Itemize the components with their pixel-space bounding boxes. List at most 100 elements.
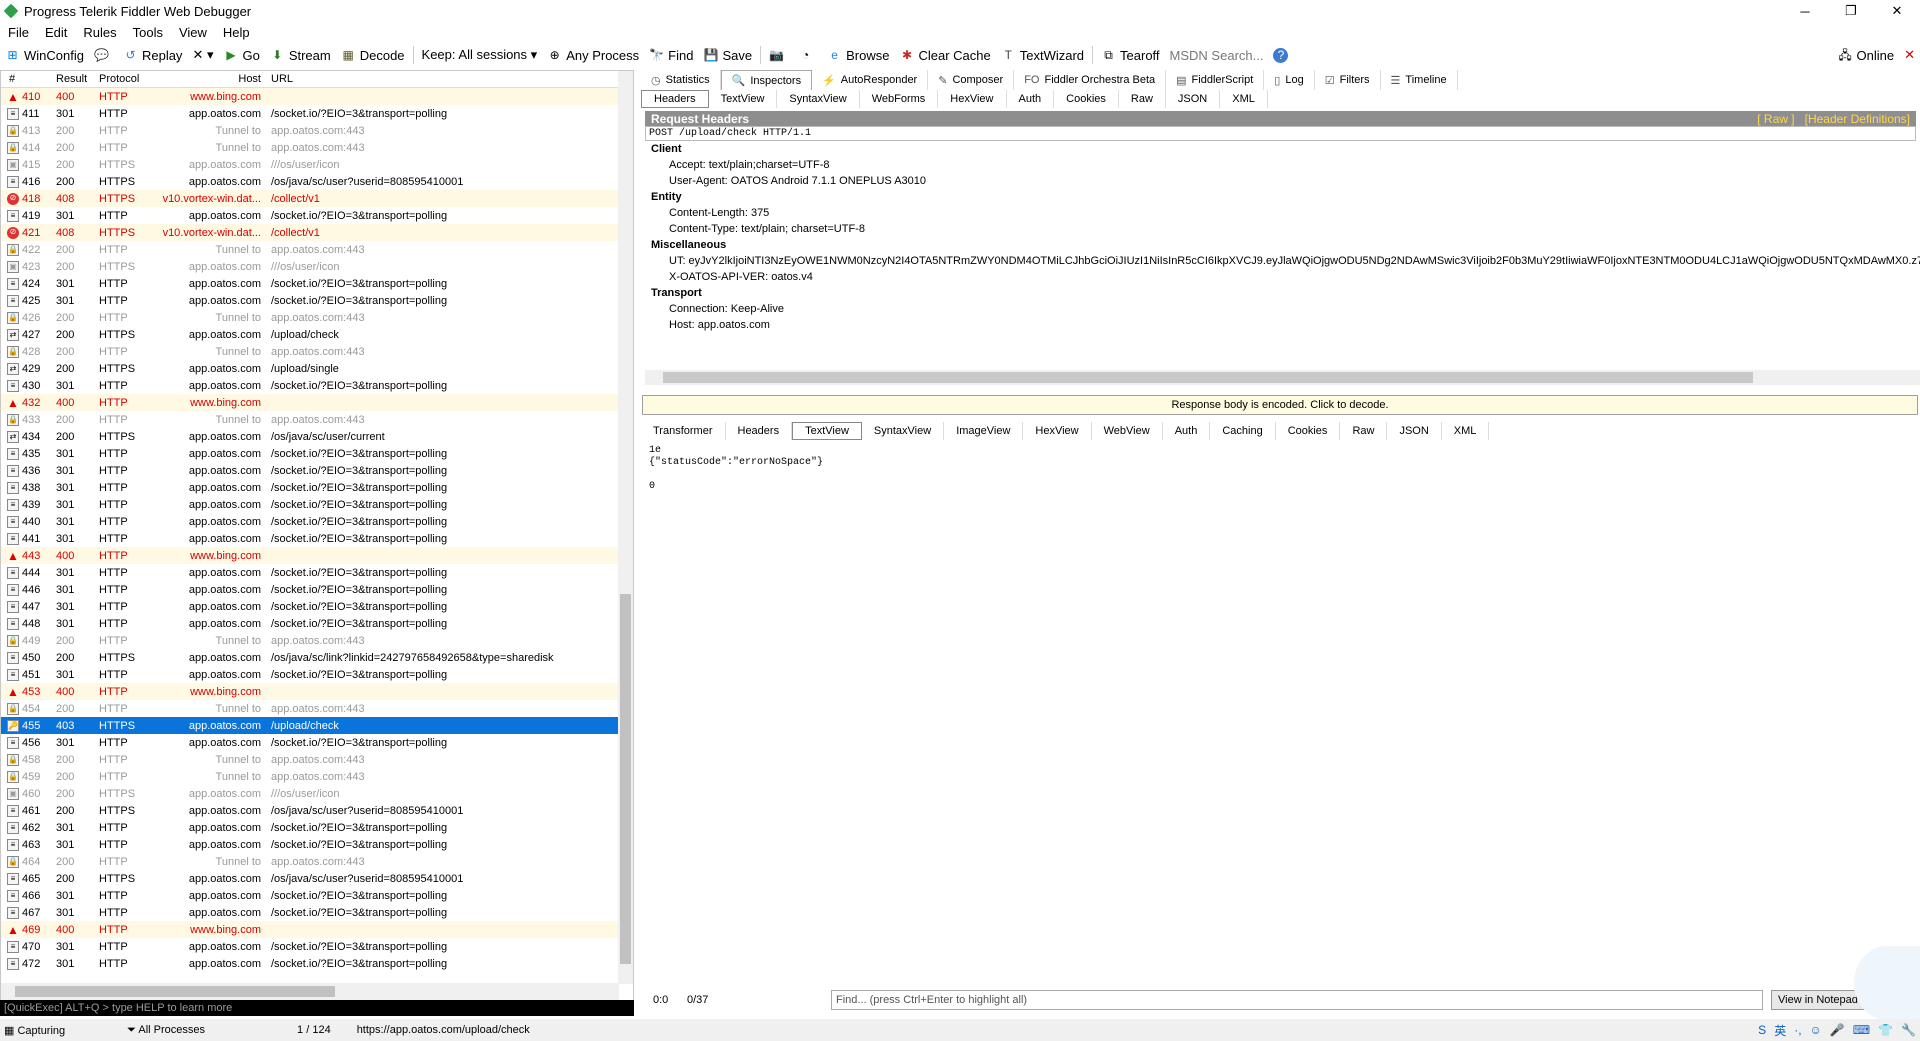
- session-row[interactable]: ▲ 453 400 HTTP www.bing.com: [1, 683, 633, 700]
- session-row[interactable]: 🔒 422 200 HTTP Tunnel to app.oatos.com:443: [1, 241, 633, 258]
- header-item[interactable]: UT: eyJvY2lkIjoiNTI3NzEyOWE1NWM0NzcyN2I4…: [641, 253, 1920, 269]
- tray-icon[interactable]: S: [1758, 1023, 1766, 1037]
- keep-sessions-dropdown[interactable]: Keep: All sessions ▾: [417, 43, 543, 67]
- response-tab-cookies[interactable]: Cookies: [1276, 422, 1341, 440]
- session-row[interactable]: ⊘ 418 408 HTTPS v10.vortex-win.dat.../collec…: [1, 190, 633, 207]
- session-row[interactable]: ≡ 467 301 HTTP app.oatos.com/socket.io/?EIO=…: [1, 904, 633, 921]
- session-row[interactable]: ≡ 456 301 HTTP app.oatos.com/socket.io/?EIO=…: [1, 734, 633, 751]
- header-group-title[interactable]: Transport: [641, 285, 1920, 301]
- tab-inspectors[interactable]: 🔍 Inspectors: [720, 70, 813, 90]
- session-row[interactable]: ≡ 470 301 HTTP app.oatos.com/socket.io/?EIO=…: [1, 938, 633, 955]
- header-group-title[interactable]: Miscellaneous: [641, 237, 1920, 253]
- session-row[interactable]: ≡ 416 200 HTTPS app.oatos.com/os/java/sc/use…: [1, 173, 633, 190]
- menu-edit[interactable]: Edit: [37, 25, 75, 40]
- header-definitions-link[interactable]: [Header Definitions]: [1805, 112, 1910, 126]
- decode-button[interactable]: ▦ Decode: [336, 43, 410, 67]
- find-button[interactable]: 🔭 Find: [644, 43, 698, 67]
- session-row[interactable]: 🔒 454 200 HTTP Tunnel to app.oatos.com:443: [1, 700, 633, 717]
- header-group-title[interactable]: Entity: [641, 189, 1920, 205]
- session-row[interactable]: 🔒 413 200 HTTP Tunnel to app.oatos.com:443: [1, 122, 633, 139]
- session-row[interactable]: 🔒 459 200 HTTP Tunnel to app.oatos.com:443: [1, 768, 633, 785]
- comment-button[interactable]: 💬: [89, 43, 118, 67]
- response-tab-syntaxview[interactable]: SyntaxView: [862, 422, 945, 440]
- replay-button[interactable]: ↺ Replay: [118, 43, 187, 67]
- response-tab-headers[interactable]: Headers: [726, 422, 793, 440]
- menu-tools[interactable]: Tools: [125, 25, 171, 40]
- session-row[interactable]: ≡ 446 301 HTTP app.oatos.com/socket.io/?EIO=…: [1, 581, 633, 598]
- tray-icon[interactable]: 🎤: [1830, 1023, 1845, 1037]
- tray-icon[interactable]: ·,: [1794, 1023, 1801, 1037]
- sessions-hscrollbar[interactable]: [1, 983, 619, 1000]
- tray-icon[interactable]: 英: [1774, 1022, 1786, 1039]
- header-group-title[interactable]: Client: [641, 141, 1920, 157]
- tab-fiddlerscript[interactable]: ▤ FiddlerScript: [1166, 70, 1265, 90]
- session-row[interactable]: 🔒 464 200 HTTP Tunnel to app.oatos.com:443: [1, 853, 633, 870]
- header-item[interactable]: Connection: Keep-Alive: [641, 301, 1920, 317]
- request-tab-textview[interactable]: TextView: [709, 90, 778, 108]
- timer-button[interactable]: ◔: [793, 43, 822, 67]
- session-row[interactable]: ≡ 450 200 HTTPS app.oatos.com/os/java/sc/lin…: [1, 649, 633, 666]
- browse-button[interactable]: e Browse: [822, 43, 894, 67]
- header-item[interactable]: X-OATOS-API-VER: oatos.v4: [641, 269, 1920, 285]
- restore-button[interactable]: ❐: [1828, 0, 1874, 22]
- request-tab-raw[interactable]: Raw: [1119, 90, 1166, 108]
- header-item[interactable]: Content-Type: text/plain; charset=UTF-8: [641, 221, 1920, 237]
- session-row[interactable]: ≡ 462 301 HTTP app.oatos.com/socket.io/?EIO=…: [1, 819, 633, 836]
- session-row[interactable]: 🔒 458 200 HTTP Tunnel to app.oatos.com:443: [1, 751, 633, 768]
- session-row[interactable]: ⊘ 421 408 HTTPS v10.vortex-win.dat.../collec…: [1, 224, 633, 241]
- col-result[interactable]: Result: [53, 73, 89, 85]
- response-tab-imageview[interactable]: ImageView: [944, 422, 1024, 440]
- tab-fiddler-orchestra-beta[interactable]: FO Fiddler Orchestra Beta: [1014, 70, 1167, 90]
- response-tab-transformer[interactable]: Transformer: [641, 422, 726, 440]
- raw-link[interactable]: [ Raw ]: [1757, 112, 1794, 126]
- stream-button[interactable]: ⬇ Stream: [265, 43, 336, 67]
- screenshot-button[interactable]: 📷: [764, 43, 793, 67]
- response-tab-xml[interactable]: XML: [1442, 422, 1490, 440]
- tab-filters[interactable]: ☑ Filters: [1315, 70, 1381, 90]
- request-tab-headers[interactable]: Headers: [641, 90, 709, 108]
- find-input[interactable]: Find... (press Ctrl+Enter to highlight a…: [831, 990, 1763, 1010]
- tearoff-button[interactable]: ⧉ Tearoff: [1096, 43, 1165, 67]
- session-row[interactable]: ≡ 466 301 HTTP app.oatos.com/socket.io/?EIO=…: [1, 887, 633, 904]
- toolbar-close-button[interactable]: ✕: [1899, 43, 1920, 67]
- session-row[interactable]: ≡ 448 301 HTTP app.oatos.com/socket.io/?EIO=…: [1, 615, 633, 632]
- session-row[interactable]: ≡ 411 301 HTTP app.oatos.com/socket.io/?EIO=…: [1, 105, 633, 122]
- response-tab-caching[interactable]: Caching: [1210, 422, 1276, 440]
- session-row[interactable]: ≡ 439 301 HTTP app.oatos.com/socket.io/?EIO=…: [1, 496, 633, 513]
- response-tab-auth[interactable]: Auth: [1163, 422, 1211, 440]
- tab-composer[interactable]: ✎ Composer: [928, 70, 1015, 90]
- help-button[interactable]: ?: [1268, 43, 1297, 67]
- session-row[interactable]: ≡ 461 200 HTTPS app.oatos.com/os/java/sc/use…: [1, 802, 633, 819]
- tab-timeline[interactable]: ☰ Timeline: [1381, 70, 1458, 90]
- session-row[interactable]: ▲ 469 400 HTTP www.bing.com: [1, 921, 633, 938]
- response-tab-raw[interactable]: Raw: [1340, 422, 1388, 440]
- session-row[interactable]: ≡ 436 301 HTTP app.oatos.com/socket.io/?EIO=…: [1, 462, 633, 479]
- session-row[interactable]: ≡ 438 301 HTTP app.oatos.com/socket.io/?EIO=…: [1, 479, 633, 496]
- capturing-status[interactable]: ▦ Capturing: [4, 1024, 91, 1037]
- header-item[interactable]: Host: app.oatos.com: [641, 317, 1920, 333]
- scrollbar-thumb[interactable]: [620, 594, 631, 964]
- request-tab-hexview[interactable]: HexView: [938, 90, 1007, 108]
- col-host[interactable]: Host: [149, 73, 271, 85]
- tab-autoresponder[interactable]: ⚡ AutoResponder: [812, 70, 929, 90]
- session-row[interactable]: ≡ 472 301 HTTP app.oatos.com/socket.io/?EIO=…: [1, 955, 633, 972]
- remove-button[interactable]: ✕ ▾: [187, 43, 218, 67]
- winconfig-button[interactable]: ⊞ WinConfig: [0, 43, 89, 67]
- msdn-search-input[interactable]: MSDN Search...: [1165, 43, 1269, 67]
- process-filter[interactable]: ⏷ All Processes: [127, 1024, 231, 1037]
- session-row[interactable]: ▣ 423 200 HTTPS app.oatos.com///os/user/icon: [1, 258, 633, 275]
- tray-icon[interactable]: ⌨: [1853, 1023, 1870, 1037]
- session-row[interactable]: 🔒 428 200 HTTP Tunnel to app.oatos.com:443: [1, 343, 633, 360]
- session-row[interactable]: ≡ 451 301 HTTP app.oatos.com/socket.io/?EIO=…: [1, 666, 633, 683]
- menu-file[interactable]: File: [0, 25, 37, 40]
- session-row[interactable]: ≡ 465 200 HTTPS app.oatos.com/os/java/sc/use…: [1, 870, 633, 887]
- session-row[interactable]: 🔒 414 200 HTTP Tunnel to app.oatos.com:443: [1, 139, 633, 156]
- session-row[interactable]: ≡ 424 301 HTTP app.oatos.com/socket.io/?EIO=…: [1, 275, 633, 292]
- session-row[interactable]: ≡ 419 301 HTTP app.oatos.com/socket.io/?EIO=…: [1, 207, 633, 224]
- session-row[interactable]: 🔒 449 200 HTTP Tunnel to app.oatos.com:443: [1, 632, 633, 649]
- request-tab-syntaxview[interactable]: SyntaxView: [777, 90, 860, 108]
- session-row[interactable]: ▣ 460 200 HTTPS app.oatos.com///os/user/icon: [1, 785, 633, 802]
- close-button[interactable]: ✕: [1874, 0, 1920, 22]
- request-tab-cookies[interactable]: Cookies: [1054, 90, 1119, 108]
- col-url[interactable]: URL: [271, 73, 633, 85]
